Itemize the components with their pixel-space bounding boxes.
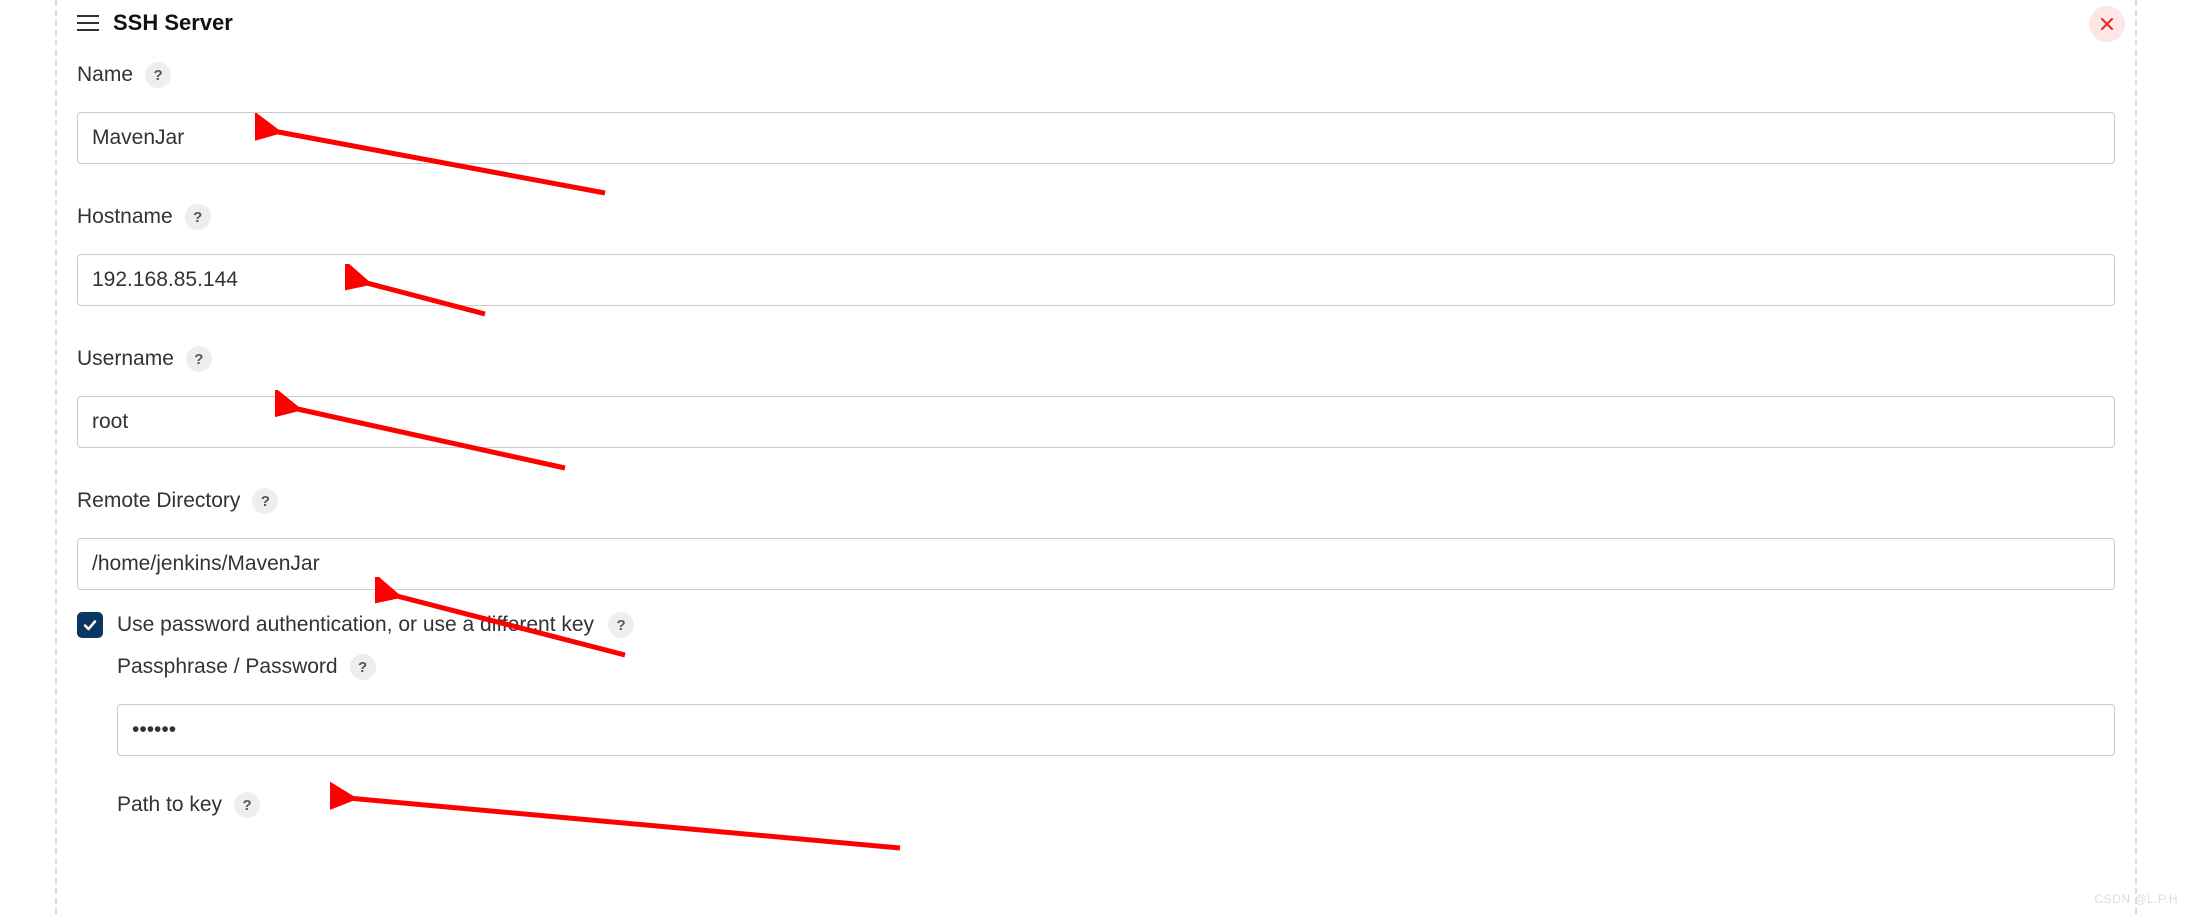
field-hostname: Hostname ? [77,204,2115,306]
path-to-key-label: Path to key [117,793,222,817]
remote-directory-label: Remote Directory [77,489,240,513]
field-passphrase: Passphrase / Password ? [117,654,2115,756]
help-icon[interactable]: ? [145,62,171,88]
use-password-auth-row: Use password authentication, or use a di… [77,612,2115,638]
passphrase-label: Passphrase / Password [117,655,338,679]
close-button[interactable] [2089,6,2125,42]
name-input[interactable] [77,112,2115,164]
close-icon [2099,16,2115,32]
drag-handle-icon[interactable] [77,15,99,31]
help-icon[interactable]: ? [252,488,278,514]
field-username: Username ? [77,346,2115,448]
use-password-auth-checkbox[interactable] [77,612,103,638]
field-name: Name ? [77,62,2115,164]
remote-directory-input[interactable] [77,538,2115,590]
watermark: CSDN @L.P.H [2095,892,2178,906]
username-label: Username [77,347,174,371]
username-input[interactable] [77,396,2115,448]
section-header: SSH Server [77,10,2115,36]
help-icon[interactable]: ? [608,612,634,638]
use-password-auth-label: Use password authentication, or use a di… [117,613,594,637]
help-icon[interactable]: ? [186,346,212,372]
passphrase-input[interactable] [117,704,2115,756]
name-label: Name [77,63,133,87]
hostname-input[interactable] [77,254,2115,306]
field-remote-directory: Remote Directory ? [77,488,2115,590]
section-title: SSH Server [113,10,233,36]
help-icon[interactable]: ? [350,654,376,680]
field-path-to-key: Path to key ? [117,792,2115,818]
check-icon [82,617,98,633]
help-icon[interactable]: ? [234,792,260,818]
help-icon[interactable]: ? [185,204,211,230]
hostname-label: Hostname [77,205,173,229]
